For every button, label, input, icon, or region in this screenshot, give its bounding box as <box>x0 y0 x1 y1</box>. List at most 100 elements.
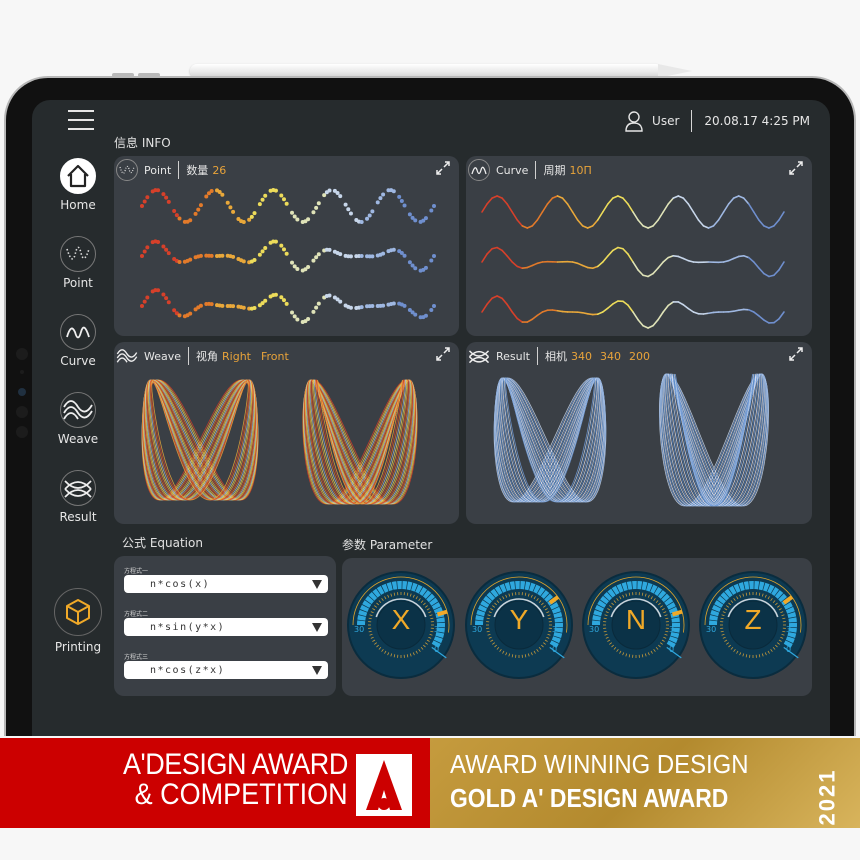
curve-segment <box>637 269 644 277</box>
scatter-point <box>399 199 404 204</box>
scatter-point <box>260 197 265 202</box>
param-value[interactable]: 10Π <box>569 164 591 177</box>
curve-segment <box>486 297 493 306</box>
curve-segment <box>647 324 654 329</box>
sidebar-label: Home <box>60 198 96 212</box>
sidebar-item-printing[interactable]: Printing <box>50 588 106 654</box>
curve-segment <box>707 225 715 229</box>
scatter-point <box>429 258 434 263</box>
scatter-point <box>429 308 434 313</box>
divider <box>691 110 693 132</box>
scatter-point <box>209 302 214 307</box>
curve-wave-icon <box>468 159 490 181</box>
curve-segment <box>596 261 604 268</box>
curve-segment <box>763 319 770 324</box>
scatter-point <box>142 249 147 254</box>
user-label[interactable]: User <box>652 114 679 128</box>
camera-y-value[interactable]: 340 <box>600 350 621 363</box>
home-icon <box>60 158 96 194</box>
dial-z[interactable]: 30 3 0 Z <box>698 570 808 680</box>
scatter-point <box>311 258 316 263</box>
curve-segment <box>662 256 670 263</box>
curve-segment <box>773 219 780 227</box>
award-title-line2: & COMPETITION <box>134 778 348 811</box>
curve-segment <box>652 267 659 275</box>
scatter-point <box>172 308 177 313</box>
curve-panel: Curve 周期 10Π <box>466 156 812 336</box>
panel-title: Point <box>144 163 172 177</box>
camera-x-value[interactable]: 340 <box>571 350 592 363</box>
dial-y[interactable]: 30 3 0 Y <box>464 570 574 680</box>
curve-segment <box>531 314 539 321</box>
equation-2-select[interactable]: n*sin(y*x) <box>124 618 328 636</box>
user-icon[interactable] <box>624 110 644 132</box>
scatter-point <box>295 266 300 271</box>
sidebar-item-home[interactable]: Home <box>50 158 106 212</box>
dial-x[interactable]: 30 3 0 X <box>346 570 456 680</box>
result-panel: Result 相机 340 340 200 <box>466 342 812 524</box>
scatter-point <box>391 301 396 306</box>
scatter-point <box>316 252 321 257</box>
curve-segment <box>752 311 760 317</box>
scatter-point <box>273 239 278 244</box>
scatter-point <box>281 197 286 202</box>
scatter-point <box>220 303 225 308</box>
scatter-point <box>177 313 182 318</box>
expand-icon[interactable] <box>788 346 804 362</box>
curve-plot <box>481 195 785 329</box>
equation-3-select[interactable]: n*cos(z*x) <box>124 661 328 679</box>
panel-title: Result <box>496 349 530 363</box>
sidebar-item-result[interactable]: Result <box>50 470 106 524</box>
curve-segment <box>627 203 634 213</box>
scatter-point <box>273 188 278 193</box>
scatter-point <box>432 204 436 208</box>
scatter-point <box>166 199 171 204</box>
sidebar-item-curve[interactable]: Curve <box>50 314 106 368</box>
point-wave-icon <box>60 236 96 272</box>
cube-icon <box>54 588 102 636</box>
scatter-point <box>284 201 289 206</box>
view-front-option[interactable]: Front <box>261 350 289 363</box>
curve-segment <box>591 265 599 270</box>
dial-segment <box>749 581 754 590</box>
curve-segment <box>531 219 539 227</box>
curve-segment <box>627 253 634 263</box>
sidebar-item-weave[interactable]: Weave <box>50 392 106 446</box>
equation-section-title: 公式 Equation <box>122 536 203 550</box>
dial-n[interactable]: 30 3 0 N <box>581 570 691 680</box>
scatter-point <box>193 211 198 216</box>
scatter-point <box>327 293 332 298</box>
expand-icon[interactable] <box>435 346 451 362</box>
curve-segment <box>506 203 514 213</box>
expand-icon[interactable] <box>788 160 804 176</box>
scatter-point <box>231 254 236 259</box>
dial-letter: Z <box>744 604 762 635</box>
scatter-point <box>407 260 412 265</box>
scatter-point <box>156 188 161 193</box>
param-value[interactable]: 26 <box>212 164 226 177</box>
scatter-point <box>429 208 434 213</box>
scatter-point <box>281 298 286 303</box>
view-right-option[interactable]: Right <box>222 350 251 363</box>
scatter-point <box>292 314 297 319</box>
camera-z-value[interactable]: 200 <box>629 350 650 363</box>
result-plot <box>493 373 769 507</box>
panel-header: Weave 视角 Right Front <box>114 344 289 368</box>
menu-button[interactable] <box>68 110 94 130</box>
dropdown-caret-icon <box>312 666 322 675</box>
award-logo-icon <box>356 754 412 816</box>
scatter-point <box>279 243 284 248</box>
sidebar-item-point[interactable]: Point <box>50 236 106 290</box>
scatter-point <box>290 310 295 315</box>
divider <box>537 347 538 365</box>
point-panel: Point 数量 26 <box>114 156 459 336</box>
equation-2-value: n*sin(y*x) <box>150 621 226 633</box>
curve-segment <box>652 318 659 327</box>
curve-segment <box>586 225 594 229</box>
scatter-point <box>188 311 193 316</box>
dial-min-label: 0 <box>552 645 557 654</box>
scatter-point <box>231 209 236 214</box>
curve-segment <box>596 311 604 316</box>
equation-1-select[interactable]: n*cos(x) <box>124 575 328 593</box>
expand-icon[interactable] <box>435 160 451 176</box>
